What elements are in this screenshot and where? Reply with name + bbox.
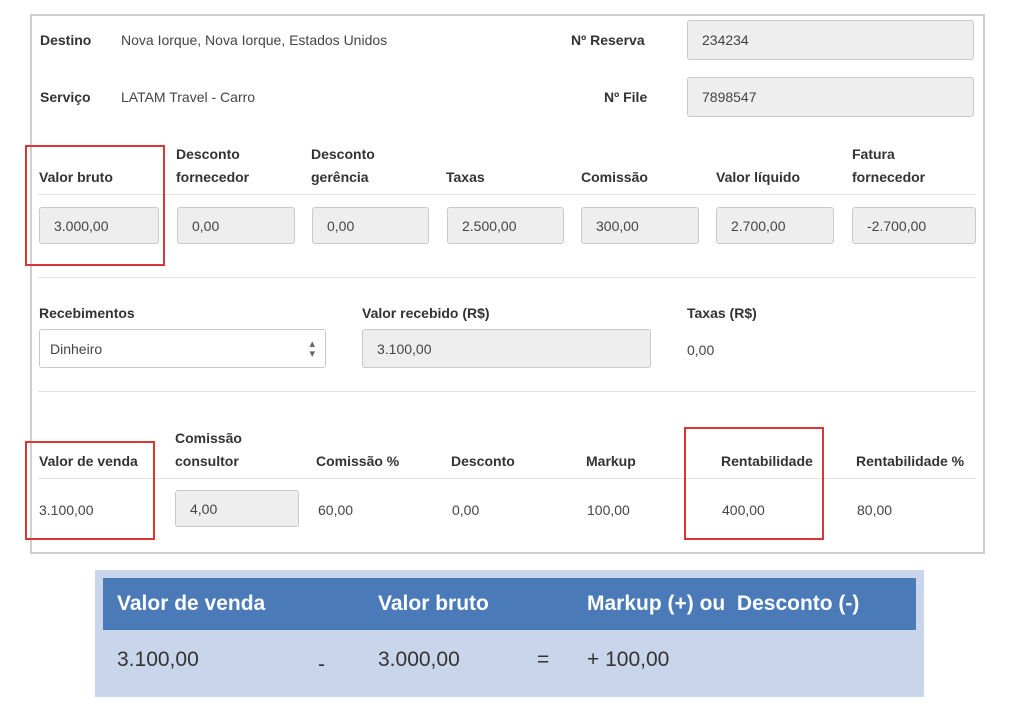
reserva-label: Nº Reserva xyxy=(571,32,645,48)
desconto-gerencia-label-2: gerência xyxy=(311,169,369,185)
divider xyxy=(38,194,976,195)
file-field[interactable]: 7898547 xyxy=(687,77,974,117)
desconto-fornecedor-field[interactable]: 0,00 xyxy=(177,207,295,244)
summary-minus-operator: - xyxy=(318,653,325,676)
comissao-consultor-label-2: consultor xyxy=(175,453,239,469)
valor-recebido-field[interactable]: 3.100,00 xyxy=(362,329,651,368)
select-arrows-icon: ▴ ▾ xyxy=(309,337,315,360)
desconto-value: 0,00 xyxy=(452,502,480,518)
valor-bruto-highlight xyxy=(25,145,165,266)
taxas-rs-value: 0,00 xyxy=(687,342,715,358)
file-label: Nº File xyxy=(604,89,648,105)
valor-liquido-label: Valor líquido xyxy=(716,169,801,185)
divider xyxy=(38,478,976,479)
fatura-fornecedor-label-2: fornecedor xyxy=(852,169,926,185)
recebimentos-label: Recebimentos xyxy=(39,305,135,321)
markup-label: Markup xyxy=(586,453,636,469)
rentabilidade-pct-label: Rentabilidade % xyxy=(856,453,965,469)
comissao-consultor-label-1: Comissão xyxy=(175,430,242,446)
valor-venda-highlight xyxy=(25,441,155,540)
divider xyxy=(38,277,976,278)
recebimentos-selected: Dinheiro xyxy=(50,340,103,357)
comissao-pct-value: 60,00 xyxy=(318,502,354,518)
summary-header-valor-venda: Valor de venda xyxy=(117,592,266,615)
comissao-label: Comissão xyxy=(581,169,648,185)
desconto-fornecedor-label-2: fornecedor xyxy=(176,169,250,185)
summary-header-valor-bruto: Valor bruto xyxy=(378,592,489,615)
summary-valor-bruto: 3.000,00 xyxy=(378,648,460,671)
fatura-fornecedor-label-1: Fatura xyxy=(852,146,895,162)
destino-value: Nova Iorque, Nova Iorque, Estados Unidos xyxy=(121,32,388,48)
desconto-gerencia-label-1: Desconto xyxy=(311,146,375,162)
comissao-field[interactable]: 300,00 xyxy=(581,207,699,244)
rentabilidade-pct-value: 80,00 xyxy=(857,502,893,518)
valor-liquido-field[interactable]: 2.700,00 xyxy=(716,207,834,244)
valor-recebido-label: Valor recebido (R$) xyxy=(362,305,490,321)
desconto-gerencia-field[interactable]: 0,00 xyxy=(312,207,429,244)
servico-label: Serviço xyxy=(40,89,91,105)
summary-equals-operator: = xyxy=(537,648,550,671)
divider xyxy=(38,391,976,392)
destino-label: Destino xyxy=(40,32,92,48)
summary-header-markup-desconto: Markup (+) ou Desconto (-) xyxy=(587,592,860,615)
recebimentos-select[interactable]: Dinheiro ▴ ▾ xyxy=(39,329,326,368)
comissao-consultor-field[interactable]: 4,00 xyxy=(175,490,299,527)
markup-value: 100,00 xyxy=(587,502,630,518)
taxas-rs-label: Taxas (R$) xyxy=(687,305,757,321)
taxas-field[interactable]: 2.500,00 xyxy=(447,207,564,244)
summary-markup-result: + 100,00 xyxy=(587,648,670,671)
summary-valor-venda: 3.100,00 xyxy=(117,648,199,671)
desconto-label: Desconto xyxy=(451,453,515,469)
reserva-field[interactable]: 234234 xyxy=(687,20,974,60)
fatura-fornecedor-field[interactable]: -2.700,00 xyxy=(852,207,976,244)
taxas-label: Taxas xyxy=(446,169,485,185)
comissao-pct-label: Comissão % xyxy=(316,453,400,469)
desconto-fornecedor-label-1: Desconto xyxy=(176,146,240,162)
rentabilidade-highlight xyxy=(684,427,824,540)
servico-value: LATAM Travel - Carro xyxy=(121,89,256,105)
